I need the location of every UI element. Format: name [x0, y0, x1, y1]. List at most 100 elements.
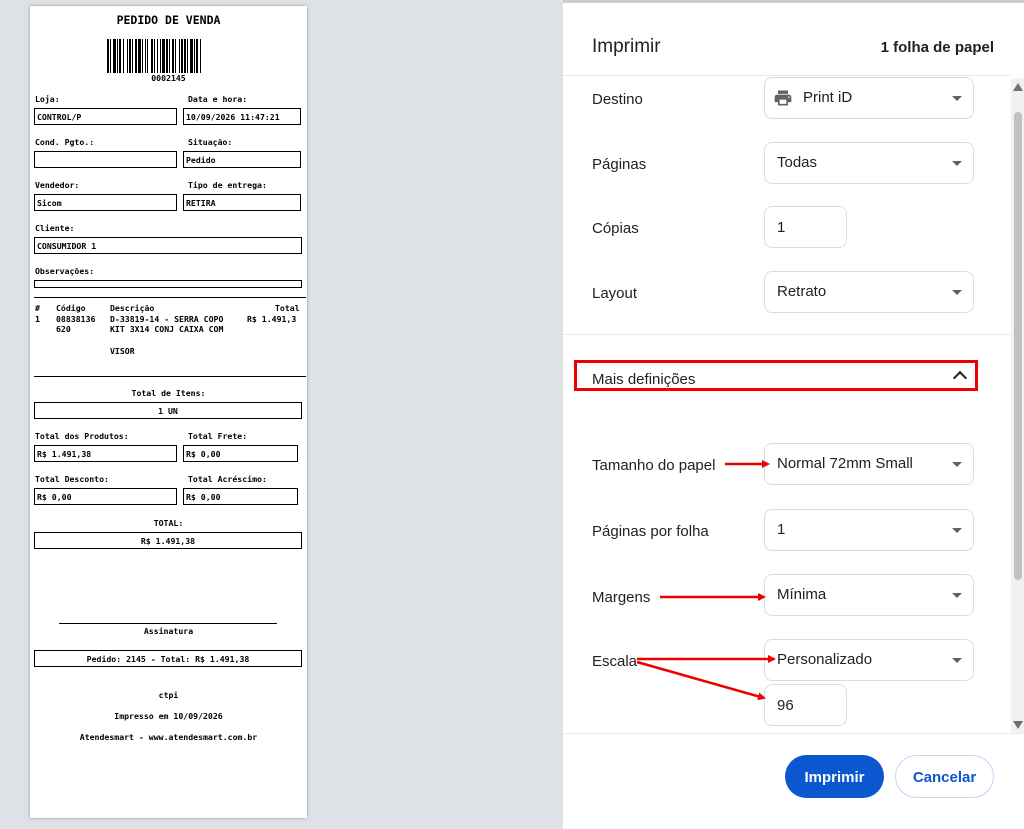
chevron-down-icon: [952, 96, 962, 101]
chevron-down-icon: [952, 161, 962, 166]
cond-pgto-label: Cond. Pgto.:: [35, 137, 95, 147]
loja-field: CONTROL/P: [34, 108, 177, 125]
sheet-count: 1 folha de papel: [880, 39, 994, 56]
pedido-summary-field: Pedido: 2145 - Total: R$ 1.491,38: [34, 650, 302, 667]
item-descricao-line3: VISOR: [110, 346, 135, 356]
escala-value: Personalizado: [777, 651, 873, 668]
section-divider: [563, 334, 1011, 335]
barcode: [107, 39, 231, 73]
barcode-bar: [201, 39, 202, 73]
escala-custom-input[interactable]: 96: [764, 684, 847, 726]
observacoes-field: [34, 280, 302, 288]
paginas-select[interactable]: Todas: [764, 142, 974, 184]
chevron-down-icon: [952, 462, 962, 467]
scroll-up-icon[interactable]: [1013, 83, 1023, 91]
scrollbar-thumb[interactable]: [1014, 112, 1022, 580]
layout-label: Layout: [592, 285, 638, 302]
data-hora-label: Data e hora:: [188, 94, 248, 104]
item-total: R$ 1.491,3: [247, 314, 297, 324]
total-itens-label: Total de Itens:: [131, 388, 206, 398]
paginas-label: Páginas: [592, 156, 647, 173]
footer-user: ctpi: [158, 690, 179, 700]
paginas-por-folha-label: Páginas por folha: [592, 523, 709, 540]
dialog-title: Imprimir: [592, 36, 661, 57]
item-descricao-line1: D-33819-14 - SERRA COPO: [110, 314, 224, 324]
total-itens-field: 1 UN: [34, 402, 302, 419]
escala-select[interactable]: Personalizado: [764, 639, 974, 681]
total-acrescimo-field: R$ 0,00: [183, 488, 298, 505]
destino-value: Print iD: [803, 89, 853, 106]
item-codigo-line1: 08838136: [56, 314, 96, 324]
paginas-value: Todas: [777, 154, 818, 171]
margens-value: Mínima: [777, 586, 827, 603]
observacoes-label: Observações:: [35, 266, 95, 276]
cancel-button[interactable]: Cancelar: [895, 755, 994, 798]
mais-definicoes-toggle[interactable]: Mais definições: [592, 371, 695, 388]
cliente-label: Cliente:: [35, 223, 75, 233]
cliente-field: CONSUMIDOR 1: [34, 237, 302, 254]
data-hora-field: 10/09/2026 11:47:21: [183, 108, 301, 125]
loja-label: Loja:: [35, 94, 60, 104]
receipt-page: PEDIDO DE VENDA 0002145 Loja: Data e hor…: [30, 6, 307, 818]
tipo-entrega-label: Tipo de entrega:: [188, 180, 267, 190]
chevron-down-icon: [952, 528, 962, 533]
items-header-codigo: Código: [56, 303, 86, 313]
vendedor-label: Vendedor:: [35, 180, 80, 190]
destino-label: Destino: [592, 91, 643, 108]
tamanho-select[interactable]: Normal 72mm Small: [764, 443, 974, 485]
assinatura-label: Assinatura: [143, 626, 194, 636]
destino-select[interactable]: Print iD: [764, 77, 974, 119]
chevron-down-icon: [952, 658, 962, 663]
footer-divider: [563, 733, 1024, 734]
total-label: TOTAL:: [153, 518, 184, 528]
print-settings-panel: Imprimir 1 folha de papel Destino Print …: [563, 3, 1024, 829]
items-top-divider: [34, 297, 306, 298]
settings-scrollbar[interactable]: [1011, 78, 1024, 733]
total-produtos-label: Total dos Produtos:: [35, 431, 129, 441]
situacao-label: Situação:: [188, 137, 233, 147]
layout-value: Retrato: [777, 283, 827, 300]
receipt-title: PEDIDO DE VENDA: [116, 13, 221, 27]
footer-site: Atendesmart - www.atendesmart.com.br: [79, 732, 258, 742]
situacao-field: Pedido: [183, 151, 301, 168]
vendedor-field: Sicom: [34, 194, 177, 211]
item-num: 1: [35, 314, 40, 324]
tamanho-label: Tamanho do papel: [592, 457, 716, 474]
signature-line: [59, 623, 277, 624]
copias-label: Cópias: [592, 220, 639, 237]
escala-custom-value: 96: [777, 697, 794, 714]
total-frete-field: R$ 0,00: [183, 445, 298, 462]
print-button[interactable]: Imprimir: [785, 755, 884, 798]
footer-printed: Impresso em 10/09/2026: [114, 711, 223, 721]
arrow-escala-input: [636, 660, 766, 701]
copias-value: 1: [777, 219, 786, 236]
total-desconto-label: Total Desconto:: [35, 474, 109, 484]
layout-select[interactable]: Retrato: [764, 271, 974, 313]
order-number: 0002145: [151, 73, 186, 83]
margens-select[interactable]: Mínima: [764, 574, 974, 616]
items-header-num: #: [35, 303, 40, 313]
total-field: R$ 1.491,38: [34, 532, 302, 549]
paginas-por-folha-select[interactable]: 1: [764, 509, 974, 551]
cond-pgto-field: [34, 151, 177, 168]
tamanho-value: Normal 72mm Small: [777, 455, 913, 472]
chevron-down-icon: [952, 290, 962, 295]
total-frete-label: Total Frete:: [188, 431, 248, 441]
total-desconto-field: R$ 0,00: [34, 488, 177, 505]
total-acrescimo-label: Total Acréscimo:: [188, 474, 267, 484]
tipo-entrega-field: RETIRA: [183, 194, 301, 211]
item-descricao-line2: KIT 3X14 CONJ CAIXA COM: [110, 324, 224, 334]
print-preview-area[interactable]: PEDIDO DE VENDA 0002145 Loja: Data e hor…: [0, 0, 563, 829]
scroll-down-icon[interactable]: [1013, 721, 1023, 729]
escala-label: Escala: [592, 653, 638, 670]
printer-icon: [774, 90, 792, 106]
items-header-total: Total: [275, 303, 300, 313]
copias-input[interactable]: 1: [764, 206, 847, 248]
total-produtos-field: R$ 1.491,38: [34, 445, 177, 462]
items-header-descricao: Descrição: [110, 303, 155, 313]
paginas-por-folha-value: 1: [777, 521, 786, 538]
header-divider: [563, 75, 1011, 76]
item-codigo-line2: 620: [56, 324, 71, 334]
margens-label: Margens: [592, 589, 651, 606]
chevron-down-icon: [952, 593, 962, 598]
